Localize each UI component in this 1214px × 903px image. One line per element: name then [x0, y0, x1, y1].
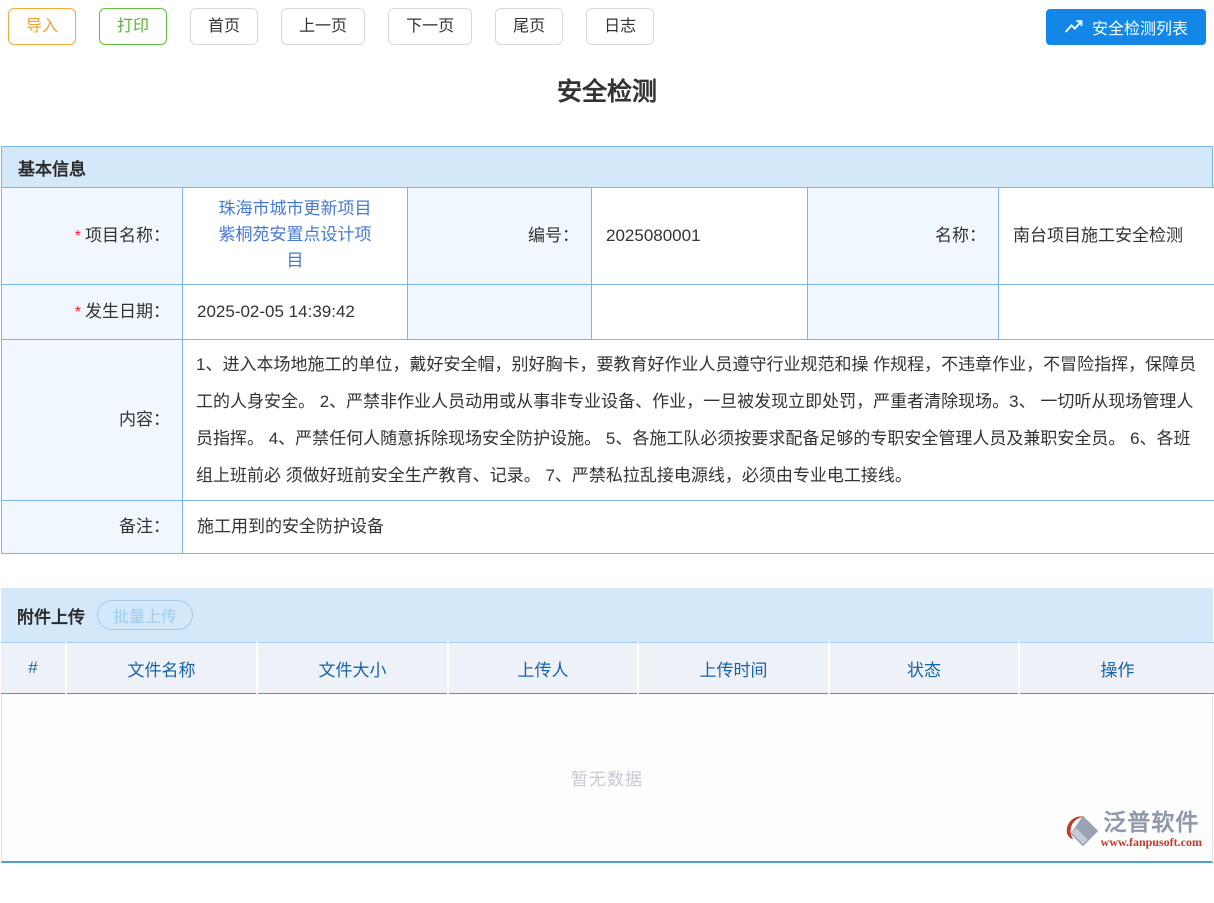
first-page-button[interactable]: 首页 [190, 8, 258, 45]
attachments-section-title: 附件上传 [17, 603, 85, 628]
date-value: 2025-02-05 14:39:42 [183, 285, 408, 340]
brand-text: 泛普软件 www.fanpusoft.com [1101, 809, 1202, 849]
empty-value-cell [592, 285, 808, 340]
remark-label-cell: 备注： [2, 501, 183, 554]
empty-state-text: 暂无数据 [571, 765, 643, 790]
fanpu-logo-icon [1063, 812, 1101, 855]
trending-up-icon [1064, 18, 1084, 36]
brand-watermark: 泛普软件 www.fanpusoft.com [1063, 809, 1202, 855]
log-button[interactable]: 日志 [586, 8, 654, 45]
column-header-status: 状态 [829, 643, 1019, 694]
name-value: 南台项目施工安全检测 [999, 188, 1214, 285]
table-row: *项目名称： 珠海市城市更新项目紫桐苑安置点设计项目 编号： 202508000… [2, 188, 1214, 285]
attachments-table: # 文件名称 文件大小 上传人 上传时间 状态 操作 [1, 642, 1214, 694]
attachments-section-header: 附件上传 批量上传 [1, 588, 1213, 642]
table-row: *发生日期： 2025-02-05 14:39:42 [2, 285, 1214, 340]
column-header-actions: 操作 [1019, 643, 1214, 694]
remark-value: 施工用到的安全防护设备 [183, 501, 1214, 554]
code-label-cell: 编号： [408, 188, 592, 285]
import-button[interactable]: 导入 [8, 8, 76, 45]
required-asterisk: * [75, 228, 81, 245]
next-page-button[interactable]: 下一页 [388, 8, 472, 45]
print-button[interactable]: 打印 [99, 8, 167, 45]
attachments-header-row: # 文件名称 文件大小 上传人 上传时间 状态 操作 [1, 643, 1214, 694]
empty-label-cell [808, 285, 999, 340]
basic-info-section: 基本信息 *项目名称： 珠海市城市更新项目紫桐苑安置点设计项目 编号： 2025… [1, 146, 1213, 554]
page-title: 安全检测 [0, 72, 1214, 108]
required-asterisk: * [75, 304, 81, 321]
safety-list-button[interactable]: 安全检测列表 [1046, 9, 1206, 45]
project-name-label-cell: *项目名称： [2, 188, 183, 285]
column-header-filesize: 文件大小 [257, 643, 448, 694]
date-label-cell: *发生日期： [2, 285, 183, 340]
name-label: 名称： [935, 226, 986, 245]
code-label: 编号： [528, 226, 579, 245]
table-row: 内容： 1、进入本场地施工的单位，戴好安全帽，别好胸卡，要教育好作业人员遵守行业… [2, 340, 1214, 501]
brand-name: 泛普软件 [1103, 809, 1199, 835]
code-value: 2025080001 [592, 188, 808, 285]
toolbar: 导入 打印 首页 上一页 下一页 尾页 日志 安全检测列表 [0, 0, 1214, 45]
column-header-uploader: 上传人 [448, 643, 638, 694]
attachments-empty-area: 暂无数据 泛普软件 www.fanpusoft.com [1, 694, 1213, 863]
project-name-label: 项目名称： [85, 226, 170, 245]
basic-info-section-header: 基本信息 [1, 146, 1213, 187]
column-header-filename: 文件名称 [66, 643, 257, 694]
content-label-cell: 内容： [2, 340, 183, 501]
date-label: 发生日期： [85, 302, 170, 321]
attachments-section: 附件上传 批量上传 # 文件名称 文件大小 上传人 上传时间 状态 操作 暂无数… [1, 588, 1213, 863]
basic-info-table: *项目名称： 珠海市城市更新项目紫桐苑安置点设计项目 编号： 202508000… [1, 187, 1214, 554]
content-label: 内容： [119, 410, 170, 429]
project-name-link[interactable]: 珠海市城市更新项目紫桐苑安置点设计项目 [183, 188, 408, 285]
empty-value-cell [999, 285, 1214, 340]
empty-label-cell [408, 285, 592, 340]
table-row: 备注： 施工用到的安全防护设备 [2, 501, 1214, 554]
name-label-cell: 名称： [808, 188, 999, 285]
content-value: 1、进入本场地施工的单位，戴好安全帽，别好胸卡，要教育好作业人员遵守行业规范和操… [183, 340, 1214, 501]
last-page-button[interactable]: 尾页 [495, 8, 563, 45]
basic-info-section-title: 基本信息 [18, 155, 86, 180]
column-header-uploadtime: 上传时间 [638, 643, 829, 694]
column-header-index: # [1, 643, 66, 694]
remark-label: 备注： [119, 517, 170, 536]
safety-list-button-label: 安全检测列表 [1092, 15, 1188, 39]
batch-upload-button[interactable]: 批量上传 [97, 600, 193, 630]
brand-url: www.fanpusoft.com [1101, 835, 1202, 849]
prev-page-button[interactable]: 上一页 [281, 8, 365, 45]
